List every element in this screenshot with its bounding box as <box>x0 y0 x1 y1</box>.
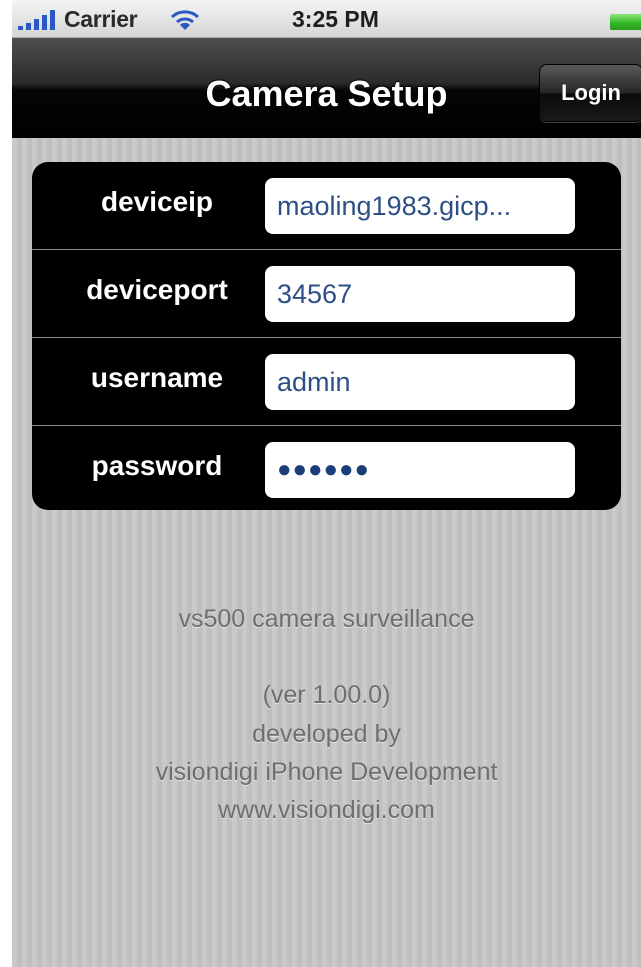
deviceport-field[interactable]: 34567 <box>265 266 575 322</box>
battery-icon <box>610 14 641 30</box>
left-edge <box>0 0 12 967</box>
developer-text: visiondigi iPhone Development <box>155 758 498 786</box>
login-button[interactable]: Login <box>539 64 641 122</box>
wifi-icon <box>170 10 200 30</box>
username-field[interactable]: admin <box>265 354 575 410</box>
content-area: deviceip maoling1983.gicp... deviceport … <box>12 138 641 967</box>
camera-settings-form: deviceip maoling1983.gicp... deviceport … <box>32 162 621 510</box>
developed-by-text: developed by <box>252 720 401 748</box>
password-row: password ●●●●●● <box>32 426 621 510</box>
username-label: username <box>90 362 224 393</box>
deviceport-row: deviceport 34567 <box>32 250 621 338</box>
signal-bars-icon <box>18 10 55 30</box>
username-row: username admin <box>32 338 621 426</box>
website-link[interactable]: www.visiondigi.com <box>12 792 641 828</box>
version-text: (ver 1.00.0) <box>262 681 391 709</box>
navigation-bar: Camera Setup Login <box>12 38 641 138</box>
deviceport-label: deviceport <box>86 274 228 305</box>
password-field[interactable]: ●●●●●● <box>265 442 575 498</box>
carrier-name: Carrier <box>64 6 138 32</box>
deviceip-label: deviceip <box>100 186 214 217</box>
status-bar: Carrier 3:25 PM <box>12 0 641 38</box>
app-name-text: vs500 camera surveillance <box>178 605 475 633</box>
status-time: 3:25 PM <box>292 6 379 32</box>
deviceip-row: deviceip maoling1983.gicp... <box>32 162 621 250</box>
deviceip-field[interactable]: maoling1983.gicp... <box>265 178 575 234</box>
password-label: password <box>91 450 223 481</box>
screen: Carrier 3:25 PM Camera Setup Login devic… <box>0 0 641 967</box>
